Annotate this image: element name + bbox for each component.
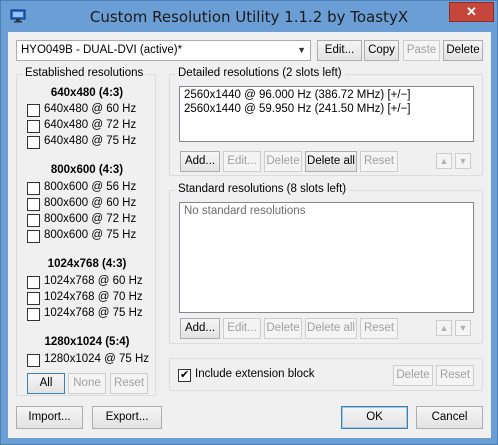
detailed-resolutions-label: Detailed resolutions (2 slots left) [175,67,345,79]
detailed-resolutions-group: Detailed resolutions (2 slots left) 2560… [169,67,483,176]
delete-monitor-button[interactable]: Delete [443,40,483,61]
close-button[interactable]: ✕ [449,2,494,22]
standard-add-button[interactable]: Add... [180,318,220,339]
checkmark-icon[interactable]: ✔ [178,369,191,382]
list-item[interactable]: 2560x1440 @ 59.950 Hz (241.50 MHz) [+/−] [184,103,410,115]
standard-resolutions-label: Standard resolutions (8 slots left) [175,183,350,195]
standard-delete-all-button[interactable]: Delete all [305,318,357,339]
standard-delete-button[interactable]: Delete [264,318,302,339]
move-up-icon[interactable]: ▲ [436,320,452,336]
app-window: Custom Resolution Utility 1.1.2 by Toast… [0,0,498,445]
export-button[interactable]: Export... [92,406,162,429]
extension-reset-button[interactable]: Reset [436,365,474,386]
detailed-add-button[interactable]: Add... [180,151,220,172]
standard-reset-button[interactable]: Reset [360,318,398,339]
ok-button[interactable]: OK [341,406,408,429]
standard-edit-button[interactable]: Edit... [223,318,261,339]
detailed-resolutions-list[interactable]: 2560x1440 @ 96.000 Hz (386.72 MHz) [+/−]… [179,86,474,142]
detailed-reset-button[interactable]: Reset [360,151,398,172]
standard-resolutions-group: Standard resolutions (8 slots left) No s… [169,183,483,344]
title-bar: Custom Resolution Utility 1.1.2 by Toast… [1,1,497,32]
established-heading-640: 640x480 (4:3) [50,87,124,99]
detailed-edit-button[interactable]: Edit... [223,151,261,172]
empty-list-message: No standard resolutions [184,205,306,217]
window-title: Custom Resolution Utility 1.1.2 by Toast… [89,8,409,26]
established-heading-1024: 1024x768 (4:3) [47,258,127,270]
detailed-delete-all-button[interactable]: Delete all [305,151,357,172]
client-area: HYO049B - DUAL-DVI (active)* ▼ Edit... C… [8,32,491,438]
extension-delete-button[interactable]: Delete [393,365,433,386]
monitor-select[interactable]: HYO049B - DUAL-DVI (active)* ▼ [16,40,311,61]
copy-button[interactable]: Copy [364,40,399,61]
extension-block-group: ✔ Include extension block Delete Reset [169,358,483,391]
edit-monitor-button[interactable]: Edit... [317,40,362,61]
move-down-icon[interactable]: ▼ [455,320,471,336]
established-heading-1280: 1280x1024 (5:4) [44,336,130,348]
chevron-down-icon[interactable]: ▼ [297,45,306,55]
cancel-button[interactable]: Cancel [416,406,483,429]
detailed-delete-button[interactable]: Delete [264,151,302,172]
established-reset-button[interactable]: Reset [110,373,148,394]
established-heading-800: 800x600 (4:3) [50,164,124,176]
all-button[interactable]: All [27,373,65,394]
move-up-icon[interactable]: ▲ [436,153,452,169]
established-resolutions-label: Established resolutions [22,67,147,79]
monitor-select-value: HYO049B - DUAL-DVI (active)* [21,44,183,56]
close-icon[interactable]: ✕ [466,4,477,19]
import-button[interactable]: Import... [16,406,83,429]
standard-resolutions-list[interactable]: No standard resolutions [179,202,474,313]
move-down-icon[interactable]: ▼ [455,153,471,169]
established-resolutions-group: Established resolutions 640x480 (4:3) 64… [16,67,156,396]
paste-button[interactable]: Paste [403,40,440,61]
list-item[interactable]: 2560x1440 @ 96.000 Hz (386.72 MHz) [+/−] [184,89,410,101]
none-button[interactable]: None [68,373,106,394]
